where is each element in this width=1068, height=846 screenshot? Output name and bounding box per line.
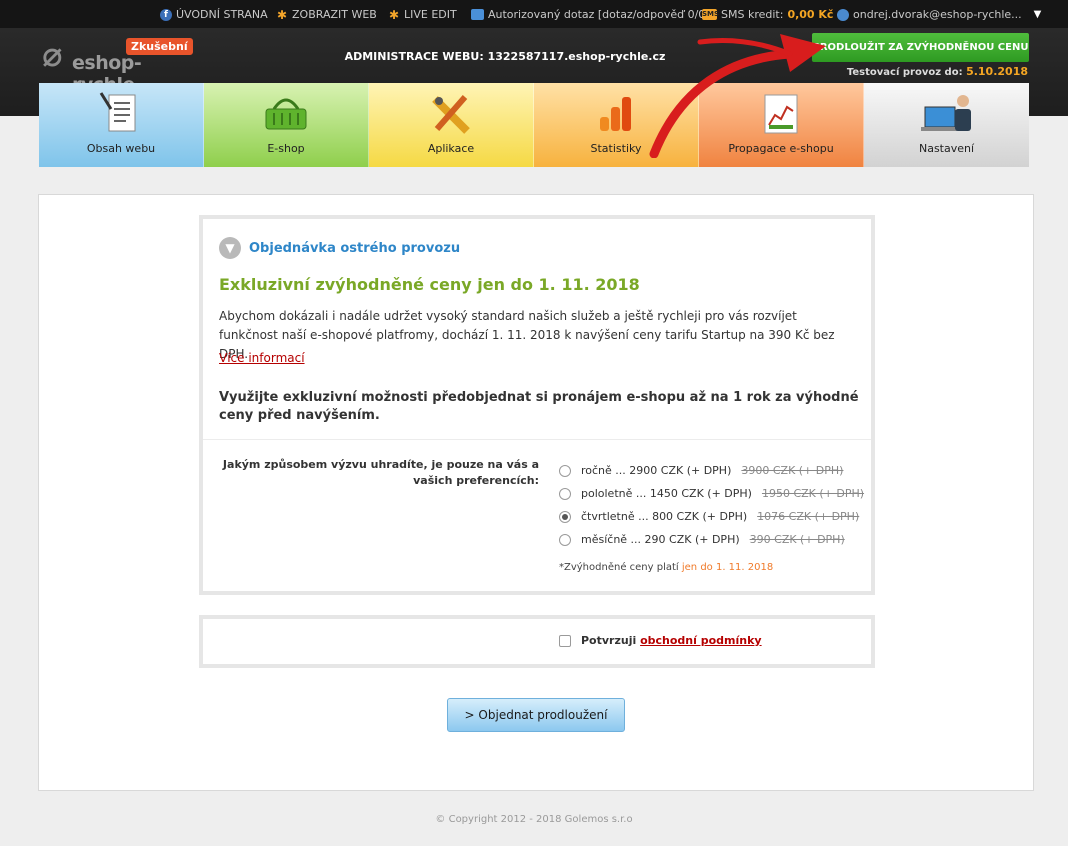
divider [203,439,871,440]
logo[interactable]: ⌀ eshop-rychle Zkušební [42,35,193,96]
option-label: měsíčně ... 290 CZK (+ DPH) [581,533,740,546]
message-icon [471,9,484,20]
bar-chart-icon [600,97,631,131]
terms-card: Potvrzuji obchodní podmínky [199,615,875,668]
price-note: *Zvýhodněné ceny platí jen do 1. 11. 201… [559,562,773,573]
radio-button[interactable] [559,533,571,546]
main-nav: Obsah webu E-shop Aplikace Statistiky Pr… [39,83,1029,167]
chevron-down-icon[interactable]: ▼ [1034,9,1042,20]
arrow-down-icon: ▼ [219,237,241,259]
nav-tile-label: Statistiky [590,142,642,155]
user-menu[interactable]: ondrej.dvorak@eshop-rychle... ▼ [837,8,1041,21]
chart-document-icon [764,94,798,134]
terms-link[interactable]: obchodní podmínky [640,634,762,647]
nav-tile-content[interactable]: Obsah webu [39,83,204,167]
more-info-link[interactable]: Více informací [219,351,305,365]
order-title: Objednávka ostrého provozu [249,240,461,256]
option-label: ročně ... 2900 CZK (+ DPH) [581,464,732,477]
user-icon [837,8,849,21]
live-edit-label: LIVE EDIT [404,8,457,21]
sms-credit-value: 0,00 Kč [787,8,834,21]
sms-credit-label: SMS kredit: [721,8,784,21]
radio-button[interactable] [559,464,571,477]
terms-checkbox[interactable] [559,634,571,647]
sms-credit[interactable]: SMS SMS kredit: 0,00 Kč [702,8,833,21]
nav-tile-label: E-shop [267,142,305,155]
order-header: ▼ Objednávka ostrého provozu [219,237,460,259]
query-label: Autorizovaný dotaz [dotaz/odpověď 0/0] [488,8,710,21]
info-paragraph: Abychom dokázali i nadále udržet vysoký … [219,309,835,361]
order-card: ▼ Objednávka ostrého provozu Exkluzivní … [199,215,875,595]
tools-icon [432,95,470,134]
top-bar: f ÚVODNÍ STRANA ✱ ZOBRAZIT WEB ✱ LIVE ED… [0,0,1068,28]
basket-icon [265,98,307,130]
offer-paragraph: Využijte exkluzivní možnosti předobjedna… [219,390,859,423]
note-highlight: jen do 1. 11. 2018 [681,562,774,573]
option-quarterly[interactable]: čtvrtletně ... 800 CZK (+ DPH) 1076 CZK … [559,505,864,528]
prolong-button[interactable]: PRODLOUŽIT ZA ZVÝHODNĚNOU CENU [812,33,1029,62]
show-web-link[interactable]: ✱ ZOBRAZIT WEB [276,8,377,21]
payment-options: ročně ... 2900 CZK (+ DPH) 3900 CZK (+ D… [559,459,864,551]
option-yearly[interactable]: ročně ... 2900 CZK (+ DPH) 3900 CZK (+ D… [559,459,864,482]
option-half-yearly[interactable]: pololetně ... 1450 CZK (+ DPH) 1950 CZK … [559,482,864,505]
admin-title: ADMINISTRACE WEBU: 1322587117.eshop-rych… [344,50,666,63]
sun-icon: ✱ [388,7,400,22]
test-period-date: 5.10.2018 [966,65,1028,78]
nav-tile-promotion[interactable]: Propagace e-shopu [699,83,864,167]
radio-button[interactable] [559,487,571,500]
user-laptop-icon [920,95,971,131]
logo-icon: ⌀ [42,35,63,75]
option-label: pololetně ... 1450 CZK (+ DPH) [581,487,752,500]
promo-heading: Exkluzivní zvýhodněné ceny jen do 1. 11.… [219,275,640,294]
home-link[interactable]: f ÚVODNÍ STRANA [160,8,268,21]
main-panel: ▼ Objednávka ostrého provozu Exkluzivní … [38,194,1034,791]
nav-tile-label: Nastavení [918,142,975,155]
note-prefix: *Zvýhodněné ceny platí [559,562,679,573]
nav-tile-statistics[interactable]: Statistiky [534,83,699,167]
nav-tile-eshop[interactable]: E-shop [204,83,369,167]
order-button[interactable]: > Objednat prodloužení [447,698,625,732]
nav-tile-label: Aplikace [427,142,475,155]
old-price: 1950 CZK (+ DPH) [761,487,865,500]
payment-question: Jakým způsobem výzvu uhradíte, je pouze … [222,458,539,487]
terms-label: Potvrzuji [581,634,637,647]
nav-tile-label: Propagace e-shopu [728,142,834,155]
option-label: čtvrtletně ... 800 CZK (+ DPH) [581,510,748,523]
nav-tile-label: Obsah webu [86,142,156,155]
footer-copyright: © Copyright 2012 - 2018 Golemos s.r.o [435,814,633,825]
nav-tile-apps[interactable]: Aplikace [369,83,534,167]
query-link[interactable]: Autorizovaný dotaz [dotaz/odpověď 0/0] [471,8,710,21]
old-price: 1076 CZK (+ DPH) [757,510,860,523]
test-period-label: Testovací provoz do: [846,67,963,78]
show-web-label: ZOBRAZIT WEB [292,8,377,21]
sun-icon: ✱ [276,7,288,22]
radio-button-selected[interactable] [559,510,571,523]
document-icon [99,92,136,132]
home-link-label: ÚVODNÍ STRANA [176,8,268,21]
trial-badge: Zkušební [126,38,193,55]
live-edit-link[interactable]: ✱ LIVE EDIT [388,8,457,21]
user-email: ondrej.dvorak@eshop-rychle... [853,8,1022,21]
nav-tile-settings[interactable]: Nastavení [864,83,1029,167]
facebook-icon: f [160,8,172,21]
option-monthly[interactable]: měsíčně ... 290 CZK (+ DPH) 390 CZK (+ D… [559,528,864,551]
old-price: 3900 CZK (+ DPH) [741,464,844,477]
test-period: Testovací provoz do: 5.10.2018 [847,65,1028,78]
sms-icon: SMS [702,9,720,20]
terms-row: Potvrzuji obchodní podmínky [559,634,762,647]
old-price: 390 CZK (+ DPH) [749,533,845,546]
